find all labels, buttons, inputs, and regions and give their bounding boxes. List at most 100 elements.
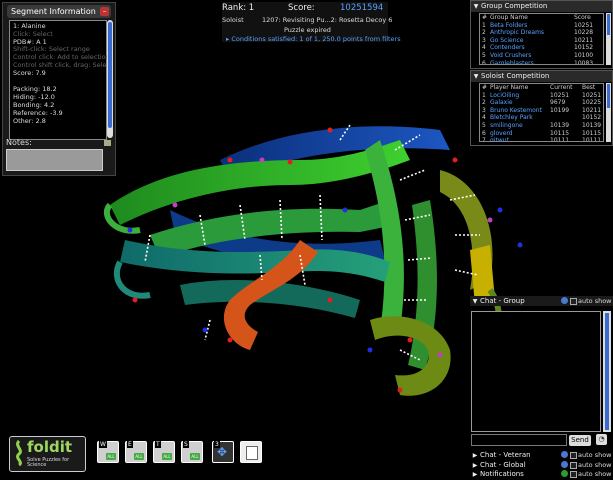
table-row[interactable]: 3 Bruno Kestemont 10199 10211 <box>480 107 603 115</box>
logo-title: foldit <box>27 438 73 456</box>
table-header: # Player Name Current Best <box>480 84 603 92</box>
info-icon[interactable] <box>561 297 568 304</box>
segment-packing: Packing: 18.2 <box>13 85 57 93</box>
table-cell: gitwut <box>490 137 509 142</box>
notes-edit-icon[interactable] <box>104 140 111 146</box>
column-header: Best <box>582 84 596 91</box>
mode-label: Soloist <box>222 16 244 24</box>
move-button[interactable]: 3 ✥ <box>212 441 234 463</box>
column-header: Group Name <box>490 14 528 21</box>
segment-name: 1: Alanine <box>13 22 46 30</box>
table-cell: 10100 <box>574 51 594 59</box>
puzzle-status: Puzzle expired <box>284 26 331 34</box>
chat-input[interactable] <box>471 434 567 446</box>
segment-reference: Reference: -3.9 <box>13 109 63 117</box>
send-button[interactable]: Send <box>569 435 591 446</box>
table-row[interactable]: 3 Go Science 10211 <box>480 37 603 45</box>
table-row[interactable]: 2 Galaxie 9679 10225 <box>480 99 603 107</box>
table-cell: 2 <box>482 99 486 107</box>
table-cell: 10225 <box>582 99 602 107</box>
auto-show-checkbox[interactable] <box>570 462 577 469</box>
table-cell: gloverd <box>490 129 513 137</box>
notepad-button[interactable] <box>240 441 262 463</box>
collapse-triangle-icon: ▼ <box>473 3 479 10</box>
foldit-logo[interactable]: foldit Solve Puzzles for Science <box>9 436 86 472</box>
hotkey-label: S <box>183 441 189 448</box>
hotkey-label: W <box>99 441 107 448</box>
logo-subtitle: Solve Puzzles for Science <box>27 457 70 468</box>
table-cell: 10115 <box>550 129 570 137</box>
shake-button[interactable]: E ALL <box>125 441 147 463</box>
table-cell: 10211 <box>582 106 602 114</box>
group-competition-title: Group Competition <box>481 2 548 10</box>
chat-group-header[interactable]: ▼ Chat - Group auto show <box>470 296 613 306</box>
notes-label: Notes: <box>6 138 32 147</box>
chat-scrollbar[interactable] <box>603 311 611 432</box>
column-header: # <box>482 14 488 21</box>
wiggle-button[interactable]: W ALL <box>97 441 119 463</box>
column-header: Current <box>550 84 573 91</box>
collapse-triangle-icon: ▼ <box>473 73 479 80</box>
sidechain-button[interactable]: S ALL <box>181 441 203 463</box>
table-row[interactable]: 2 Anthropic Dreams 10228 <box>480 29 603 37</box>
table-cell: 10152 <box>582 114 602 122</box>
notepad-icon <box>246 446 258 460</box>
column-header: Score <box>574 14 591 21</box>
chat-veteran-header[interactable]: ▶ Chat - Veteran auto show <box>470 450 613 460</box>
table-row[interactable]: 1 Beta Folders 10251 <box>480 22 603 30</box>
notifications-title: Notifications <box>480 470 524 478</box>
notes-field[interactable] <box>6 149 103 171</box>
table-cell: 10139 <box>550 121 570 129</box>
info-icon[interactable] <box>561 470 568 477</box>
group-competition-scrollbar[interactable] <box>606 13 611 65</box>
table-row[interactable]: 6 gloverd 10115 10115 <box>480 130 603 138</box>
group-competition-panel: ▼ Group Competition # Group Name Score 1B… <box>470 0 613 69</box>
segment-info-header[interactable]: Segment Information – <box>7 5 111 18</box>
info-icon[interactable] <box>561 451 568 458</box>
table-row[interactable]: 4 Bletchley Park 10152 <box>480 114 603 122</box>
auto-show-checkbox[interactable] <box>570 298 577 305</box>
table-cell: 10152 <box>574 44 594 52</box>
column-header: # <box>482 84 488 91</box>
rebuild-button[interactable]: T ALL <box>153 441 175 463</box>
info-icon[interactable] <box>561 461 568 468</box>
chat-global-title: Chat - Global <box>480 461 526 469</box>
segment-hiding: Hiding: -12.0 <box>13 93 55 101</box>
group-competition-table: # Group Name Score 1 Beta Folders 10251 2 An… <box>479 13 604 65</box>
table-row[interactable]: 5 Void Crushers 10100 <box>480 52 603 60</box>
soloist-competition-header[interactable]: ▼ Soloist Competition <box>471 71 612 82</box>
table-cell: 1 <box>482 91 486 99</box>
table-cell: Gargleblasters <box>490 59 534 65</box>
table-row[interactable]: 1 LociOiling 10251 10251 <box>480 92 603 100</box>
close-icon[interactable]: – <box>100 7 109 16</box>
hint-line: Control shift click, drag: Select <box>13 61 113 69</box>
table-cell: Go Science <box>490 36 524 44</box>
table-cell: Contenders <box>490 44 525 52</box>
table-cell: Anthropic Dreams <box>490 29 545 37</box>
hotkey-label: T <box>155 441 161 448</box>
score-label: Score: <box>288 3 315 13</box>
conditions-link[interactable]: ▸ Conditions satisfied: 1 of 1, 250.0 po… <box>226 35 401 43</box>
hint-line: Shift-click: Select range <box>13 45 90 53</box>
chat-log[interactable] <box>471 311 601 432</box>
auto-show-label: auto show <box>578 470 612 478</box>
segment-score: Score: 7.9 <box>13 69 46 77</box>
table-row[interactable]: 7 gitwut 10111 10111 <box>480 137 603 142</box>
table-row[interactable]: 4 Contenders 10152 <box>480 44 603 52</box>
puzzle-name: 1207: Revisiting Pu...2: Rosetta Decoy 6 <box>262 16 393 24</box>
table-cell: 7 <box>482 137 486 142</box>
group-competition-header[interactable]: ▼ Group Competition <box>471 1 612 12</box>
segment-info-scrollbar[interactable] <box>107 20 113 138</box>
table-row[interactable]: 5 smilingone 10139 10139 <box>480 122 603 130</box>
hint-line: Control click: Add to selection <box>13 53 110 61</box>
notifications-header[interactable]: ▶ Notifications auto show <box>470 469 613 479</box>
table-cell: 10251 <box>550 91 570 99</box>
soloist-competition-scrollbar[interactable] <box>606 83 611 142</box>
table-cell: 3 <box>482 106 486 114</box>
soloist-competition-panel: ▼ Soloist Competition # Player Name Curre… <box>470 70 613 146</box>
auto-show-checkbox[interactable] <box>570 452 577 459</box>
table-row[interactable]: 6 Gargleblasters 10083 <box>480 59 603 65</box>
segment-info-title: Segment Information <box>11 7 96 16</box>
chat-options-icon[interactable]: ◔ <box>596 434 607 445</box>
auto-show-checkbox[interactable] <box>570 471 577 478</box>
